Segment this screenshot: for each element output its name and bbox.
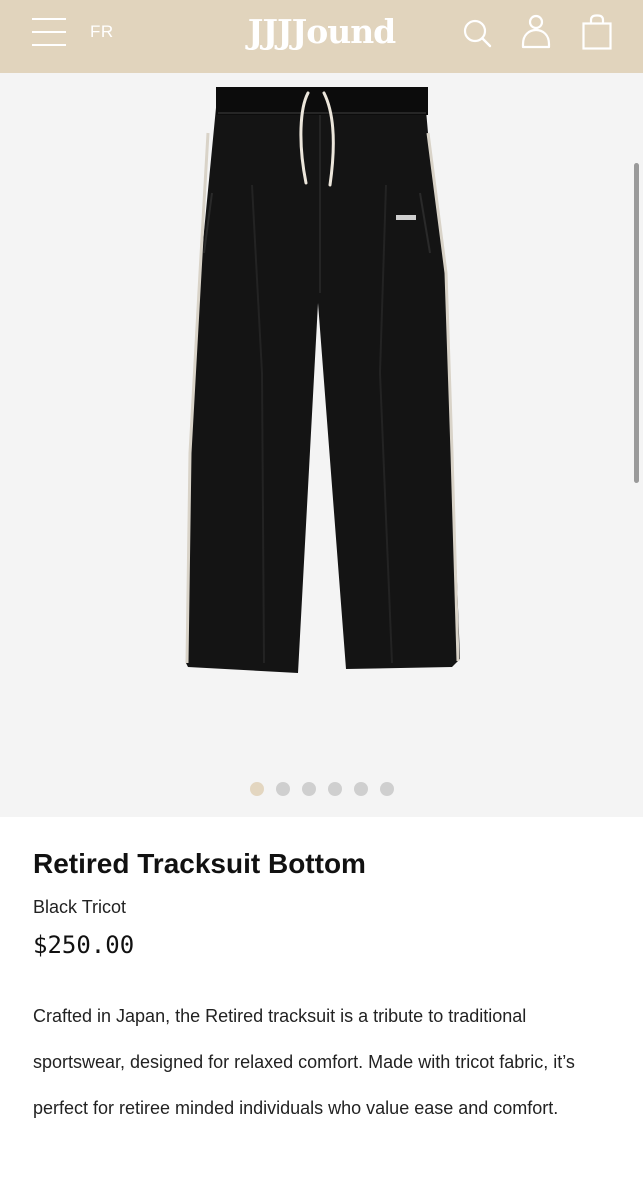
product-variant: Black Tricot xyxy=(33,897,127,917)
product-price: $250.00 xyxy=(33,931,135,959)
carousel-dot-1[interactable] xyxy=(249,782,264,796)
scrollbar[interactable] xyxy=(634,163,639,483)
shopping-bag-icon[interactable] xyxy=(577,13,617,53)
carousel-dot-6[interactable] xyxy=(379,782,394,796)
product-gallery[interactable] xyxy=(0,73,643,817)
product-description: Crafted in Japan, the Retired tracksuit … xyxy=(33,1006,575,1118)
site-header: FR JJJJound xyxy=(0,0,643,73)
carousel-dot-5[interactable] xyxy=(353,782,368,796)
carousel-dots xyxy=(0,782,643,796)
account-icon[interactable] xyxy=(516,13,556,53)
language-switch[interactable]: FR xyxy=(90,22,114,42)
menu-icon[interactable] xyxy=(30,16,68,48)
carousel-dot-2[interactable] xyxy=(275,782,290,796)
carousel-dot-4[interactable] xyxy=(327,782,342,796)
product-image xyxy=(185,87,460,673)
search-icon[interactable] xyxy=(458,13,498,53)
carousel-dot-3[interactable] xyxy=(301,782,316,796)
product-title: Retired Tracksuit Bottom xyxy=(33,848,366,879)
